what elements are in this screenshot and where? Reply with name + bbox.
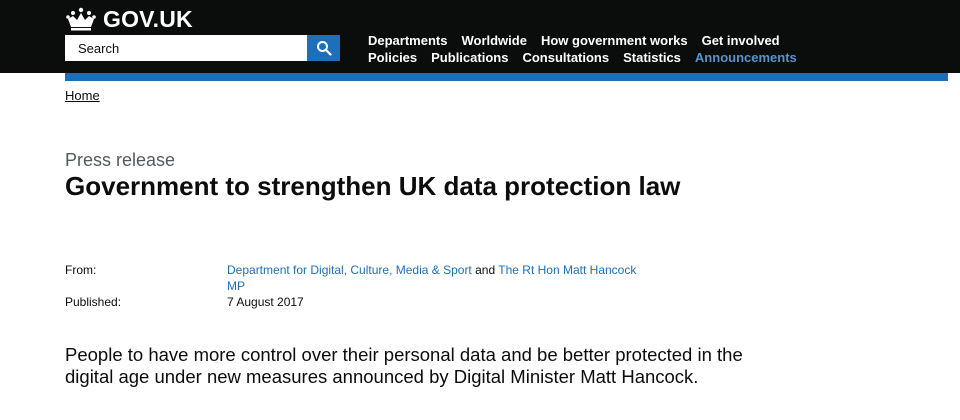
search-form: [65, 35, 340, 61]
nav-policies[interactable]: Policies: [368, 49, 417, 66]
from-org-dcms-link[interactable]: Department for Digital, Culture, Media &…: [227, 263, 472, 277]
search-icon: [316, 41, 332, 56]
nav-announcements[interactable]: Announcements: [695, 49, 797, 66]
crown-icon: [66, 7, 96, 31]
nav-departments[interactable]: Departments: [368, 32, 447, 49]
site-header: GOV.UK Departments Worldwide How governm…: [0, 0, 960, 73]
search-input[interactable]: [65, 35, 307, 61]
page-title: Government to strengthen UK data protect…: [65, 171, 681, 201]
summary-lead-paragraph: People to have more control over their p…: [65, 344, 743, 387]
nav-row-primary: Departments Worldwide How government wor…: [368, 32, 928, 49]
from-label: From:: [65, 263, 97, 277]
from-and-text: and: [475, 263, 496, 277]
logo-text: GOV.UK: [103, 6, 193, 32]
published-date: 7 August 2017: [227, 295, 304, 309]
header-accent-bar: [65, 73, 948, 81]
published-label: Published:: [65, 295, 122, 309]
govuk-logo[interactable]: GOV.UK: [65, 6, 193, 32]
nav-publications[interactable]: Publications: [431, 49, 508, 66]
search-button[interactable]: [307, 35, 340, 61]
main-navigation: Departments Worldwide How government wor…: [368, 32, 928, 66]
nav-row-secondary: Policies Publications Consultations Stat…: [368, 49, 928, 66]
breadcrumb-home-link[interactable]: Home: [65, 88, 100, 103]
nav-get-involved[interactable]: Get involved: [702, 32, 780, 49]
nav-how-government-works[interactable]: How government works: [541, 32, 688, 49]
from-organisations: Department for Digital, Culture, Media &…: [227, 262, 647, 294]
nav-worldwide[interactable]: Worldwide: [461, 32, 526, 49]
document-type: Press release: [65, 150, 176, 170]
nav-statistics[interactable]: Statistics: [623, 49, 681, 66]
nav-consultations[interactable]: Consultations: [522, 49, 609, 66]
